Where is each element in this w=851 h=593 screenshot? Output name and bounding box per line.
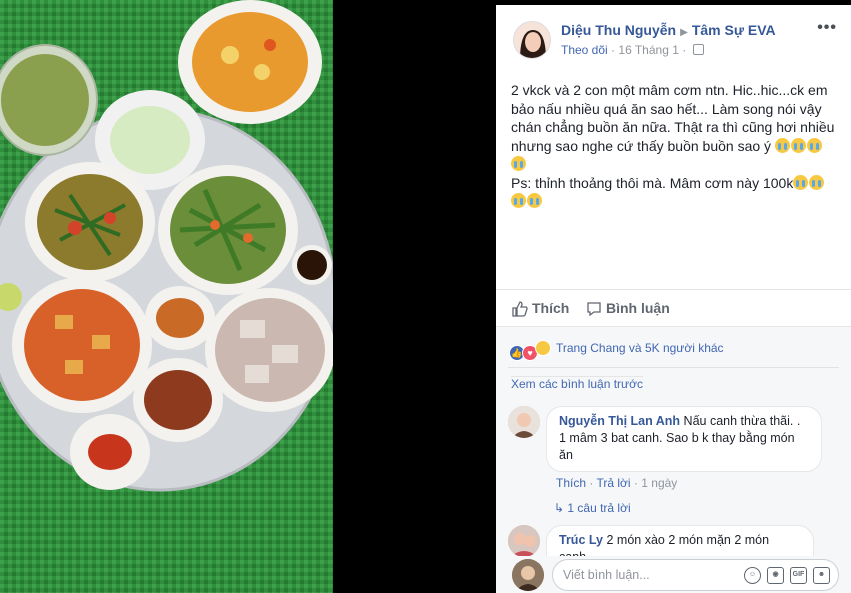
- post-panel: Diệu Thu Nguyễn ▶ Tâm Sự EVA Theo dõi · 16…: [496, 5, 851, 593]
- comment-input[interactable]: Viết bình luận... ☺ ◉ GIF ☻: [552, 559, 839, 591]
- sticker-icon[interactable]: ☻: [813, 567, 830, 584]
- haha-reaction-icon: [535, 340, 551, 356]
- post-date[interactable]: 16 Tháng 1: [618, 43, 679, 57]
- crying-emoji-icon: [793, 174, 809, 190]
- view-previous-comments-link[interactable]: Xem các bình luận trước: [511, 376, 643, 391]
- author-name[interactable]: Diệu Thu Nguyễn: [561, 22, 676, 38]
- crying-emoji-icon: [809, 174, 825, 190]
- follow-link[interactable]: Theo dõi: [561, 43, 608, 57]
- post-header: Diệu Thu Nguyễn ▶ Tâm Sự EVA Theo dõi · 16…: [496, 5, 851, 63]
- comment-reply-link[interactable]: Trả lời: [596, 476, 630, 490]
- divider: [508, 367, 839, 368]
- comment-button[interactable]: Bình luận: [586, 300, 670, 317]
- write-comment-bar: Viết bình luận... ☺ ◉ GIF ☻: [496, 556, 851, 593]
- post-viewer: Diệu Thu Nguyễn ▶ Tâm Sự EVA Theo dõi · 16…: [0, 0, 851, 593]
- like-icon: [512, 301, 528, 317]
- post-body-line: Ps: thỉnh thoảng thôi mà. Mâm cơm này 10…: [511, 174, 794, 191]
- crying-emoji-icon: [511, 193, 526, 208]
- food-tray-image: [0, 0, 333, 593]
- comment-input-placeholder: Viết bình luận...: [563, 568, 650, 582]
- commenter-avatar[interactable]: [508, 525, 540, 557]
- post-photo[interactable]: [0, 0, 333, 593]
- gif-icon[interactable]: GIF: [790, 567, 807, 584]
- comments-section: 👍 ♥ Trang Chang và 5K người khác Xem các b…: [496, 327, 851, 593]
- camera-icon[interactable]: ◉: [767, 567, 784, 584]
- arrow-right-icon: ▶: [680, 27, 688, 38]
- view-replies-link[interactable]: ↳ 1 câu trả lời: [554, 501, 631, 515]
- comment-bubble: Nguyễn Thị Lan Anh Nấu canh thừa thãi. .…: [546, 406, 822, 472]
- current-user-avatar: [512, 559, 544, 591]
- crying-emoji-icon: [527, 193, 542, 208]
- crying-emoji-icon: [790, 137, 806, 153]
- comment-time[interactable]: 1 ngày: [641, 476, 677, 490]
- more-icon[interactable]: •••: [817, 19, 837, 37]
- comment-icon: [587, 302, 601, 317]
- commenter-name[interactable]: Nguyễn Thị Lan Anh: [559, 414, 680, 428]
- post-actions: Thích Bình luận: [496, 289, 851, 327]
- commenter-avatar[interactable]: [508, 406, 540, 438]
- post-body: 2 vkck và 2 con một mâm cơm ntn. Hic..hi…: [511, 81, 841, 211]
- crying-emoji-icon: [806, 137, 822, 153]
- like-button[interactable]: Thích: [512, 300, 569, 317]
- author-avatar[interactable]: [513, 21, 551, 59]
- globe-icon: [692, 44, 704, 55]
- crying-emoji-icon: [774, 137, 790, 153]
- crying-emoji-icon: [511, 156, 526, 171]
- reply-arrow-icon: ↳: [554, 501, 568, 515]
- comment-meta: Thích · Trả lời · 1 ngày: [556, 476, 678, 490]
- reaction-summary[interactable]: 👍 ♥ Trang Chang và 5K người khác: [509, 340, 724, 361]
- commenter-name[interactable]: Trúc Ly: [559, 533, 603, 547]
- emoji-icon[interactable]: ☺: [744, 567, 761, 584]
- comment-like-link[interactable]: Thích: [556, 476, 586, 490]
- group-name[interactable]: Tâm Sự EVA: [692, 22, 776, 38]
